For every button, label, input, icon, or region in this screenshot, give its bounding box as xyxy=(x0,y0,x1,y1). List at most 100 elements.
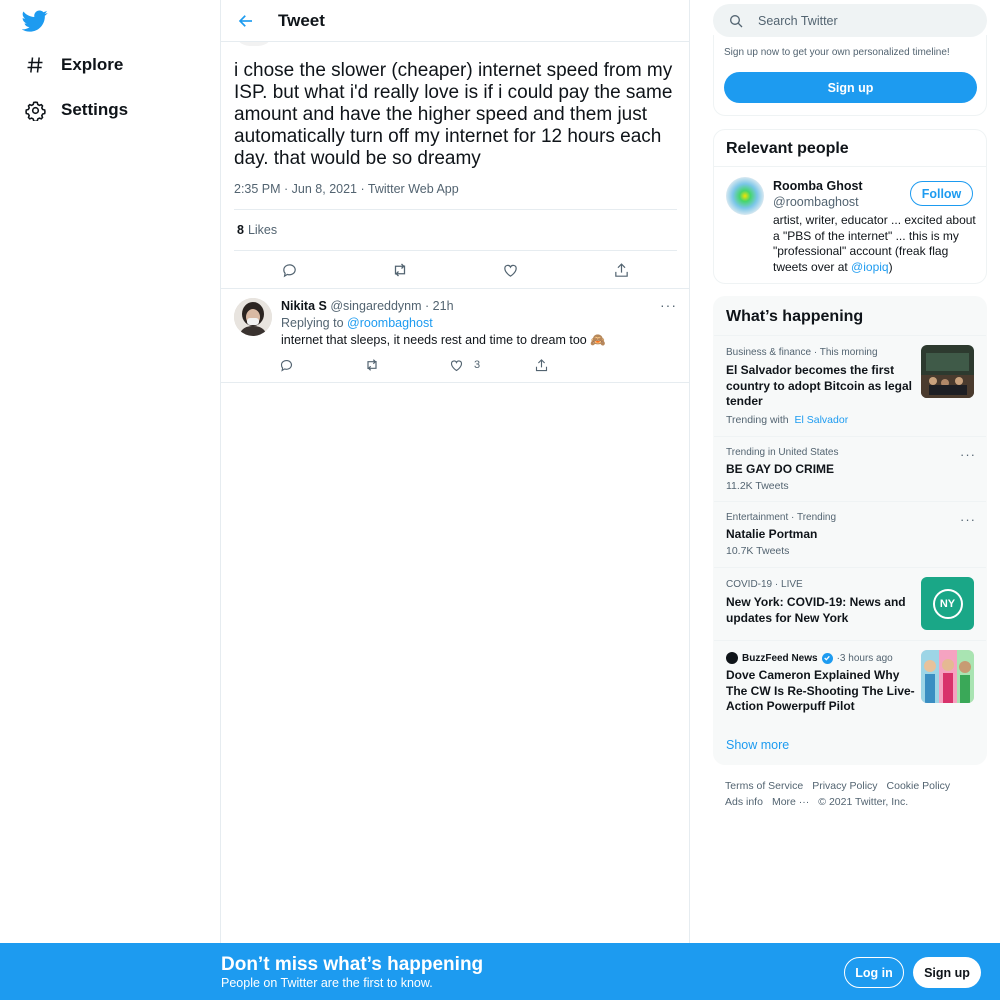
share-icon[interactable] xyxy=(610,258,634,282)
trend-context: Trending with El Salvador xyxy=(726,414,848,426)
reply-author-handle[interactable]: @singareddynm xyxy=(330,299,421,313)
left-nav: Explore Settings xyxy=(0,0,221,1000)
signup-prompt: Sign up now to get your own personalized… xyxy=(724,47,950,58)
trend-item[interactable]: Business & finance · This morning El Sal… xyxy=(714,335,986,433)
nav-settings[interactable]: Settings xyxy=(24,98,128,122)
more-options-icon[interactable]: ··· xyxy=(660,297,677,313)
search-input[interactable] xyxy=(758,13,958,28)
reply-share-button[interactable] xyxy=(534,357,619,373)
footer-more-link[interactable]: More ··· xyxy=(772,796,809,808)
avatar[interactable] xyxy=(726,177,764,215)
relevant-people-title: Relevant people xyxy=(726,140,849,157)
follow-button[interactable]: Follow xyxy=(910,181,973,206)
divider xyxy=(234,250,677,251)
relevant-person-bio: artist, writer, educator ... excited abo… xyxy=(773,213,979,275)
footer-privacy-link[interactable]: Privacy Policy xyxy=(812,780,877,792)
more-options-icon[interactable]: ··· xyxy=(960,512,976,527)
replying-prefix: Replying to xyxy=(281,316,344,330)
tweet-time[interactable]: 2:35 PM xyxy=(234,182,281,196)
likes-label: Likes xyxy=(247,223,278,237)
right-sidebar: Sign up now to get your own personalized… xyxy=(690,0,1000,1000)
gear-icon xyxy=(24,99,46,121)
trend-context-prefix: Trending with xyxy=(726,414,789,426)
footer-copyright: © 2021 Twitter, Inc. xyxy=(818,796,909,808)
likes-count: 8 xyxy=(237,223,244,237)
search-bar[interactable] xyxy=(713,4,987,37)
verified-badge-icon xyxy=(821,652,833,664)
reply-text: internet that sleeps, it needs rest and … xyxy=(281,333,606,347)
reply-time[interactable]: 21h xyxy=(433,299,454,313)
bio-end: ) xyxy=(888,259,893,274)
footer-links: Terms of Service Privacy Policy Cookie Pol… xyxy=(725,778,975,810)
page-header: Tweet xyxy=(221,0,689,42)
trend-meta: BuzzFeed News · 3 hours ago xyxy=(726,652,893,664)
heart-icon[interactable] xyxy=(499,258,523,282)
trend-title: New York: COVID-19: News and updates for… xyxy=(726,595,906,625)
relevant-person-name[interactable]: Roomba Ghost xyxy=(773,179,863,193)
trend-context-link[interactable]: El Salvador xyxy=(795,414,849,426)
trend-item[interactable]: Entertainment · Trending Natalie Portman… xyxy=(714,501,986,567)
tweet-text: i chose the slower (cheaper) internet sp… xyxy=(234,60,673,169)
trend-meta: COVID-19 · LIVE xyxy=(726,579,803,590)
reply-icon xyxy=(280,359,293,372)
reply-retweet-button[interactable] xyxy=(364,357,449,373)
back-arrow-icon[interactable] xyxy=(236,11,256,31)
replying-to-link[interactable]: @roombaghost xyxy=(347,316,433,330)
signup-button[interactable]: Sign up xyxy=(913,957,981,988)
trend-thumbnail: NY xyxy=(921,577,974,630)
nav-explore[interactable]: Explore xyxy=(24,53,123,77)
reply-icon[interactable] xyxy=(277,258,301,282)
retweet-icon xyxy=(367,359,377,371)
trend-title: Dove Cameron Explained Why The CW Is Re-… xyxy=(726,668,915,713)
tweet-actions xyxy=(234,258,677,282)
tweet-meta: 2:35 PM · Jun 8, 2021 · Twitter Web App xyxy=(234,182,459,196)
trend-item[interactable]: Trending in United States BE GAY DO CRIM… xyxy=(714,436,986,501)
whats-happening-title: What’s happening xyxy=(726,308,864,325)
page-title: Tweet xyxy=(278,10,325,30)
twitter-bird-icon[interactable] xyxy=(21,8,48,34)
reply-tweet[interactable]: Nikita S @singareddynm · 21h ··· Replyin… xyxy=(221,289,689,383)
trend-title: El Salvador becomes the first country to… xyxy=(726,363,913,408)
tweet-date[interactable]: Jun 8, 2021 xyxy=(292,182,357,196)
bottom-bar-subtitle: People on Twitter are the first to know. xyxy=(221,976,433,990)
reply-like-button[interactable]: 3 xyxy=(449,357,534,373)
trend-tweet-count: 11.2K Tweets xyxy=(726,480,789,492)
relevant-person-handle[interactable]: @roombaghost xyxy=(773,195,859,209)
news-time: 3 hours ago xyxy=(839,652,893,664)
trend-item[interactable]: BuzzFeed News · 3 hours ago Dove Cameron… xyxy=(714,640,986,727)
bio-mention-link[interactable]: @iopiq xyxy=(851,260,889,274)
trend-thumbnail xyxy=(921,650,974,703)
reply-reply-button[interactable] xyxy=(279,357,364,373)
trend-meta: Trending in United States xyxy=(726,447,839,458)
likes-count-link[interactable]: 8 Likes xyxy=(237,223,277,237)
retweet-icon[interactable] xyxy=(388,258,412,282)
signup-card: Sign up now to get your own personalized… xyxy=(713,35,987,116)
nav-settings-label: Settings xyxy=(61,100,129,119)
replying-to: Replying to @roombaghost xyxy=(281,316,433,330)
news-source: BuzzFeed News xyxy=(742,652,818,664)
trend-tweet-count: 10.7K Tweets xyxy=(726,545,790,557)
avatar[interactable] xyxy=(234,298,272,336)
login-button[interactable]: Log in xyxy=(844,957,904,988)
show-more-link[interactable]: Show more xyxy=(726,738,789,752)
main-column: Tweet i chose the slower (cheaper) inter… xyxy=(221,0,690,1000)
buzzfeed-logo-icon xyxy=(726,652,738,664)
reply-author-name[interactable]: Nikita S xyxy=(281,299,327,313)
signup-button[interactable]: Sign up xyxy=(724,72,977,103)
bottom-bar-title: Don’t miss what’s happening xyxy=(221,954,484,975)
search-icon xyxy=(730,14,743,27)
trend-meta: Business & finance · This morning xyxy=(726,347,878,358)
trend-title: BE GAY DO CRIME xyxy=(726,462,835,476)
relevant-people-card: Relevant people Roomba Ghost @roombaghos… xyxy=(713,129,987,284)
footer-terms-link[interactable]: Terms of Service xyxy=(725,780,803,792)
more-options-icon[interactable]: ··· xyxy=(960,447,976,462)
trend-thumbnail xyxy=(921,345,974,398)
trend-item[interactable]: COVID-19 · LIVE New York: COVID-19: News… xyxy=(714,567,986,640)
divider xyxy=(714,166,986,167)
footer-cookie-link[interactable]: Cookie Policy xyxy=(887,780,951,792)
trend-meta: Entertainment · Trending xyxy=(726,512,837,523)
footer-ads-link[interactable]: Ads info xyxy=(725,796,763,808)
divider xyxy=(234,209,677,210)
nav-explore-label: Explore xyxy=(61,55,124,74)
tweet-source[interactable]: Twitter Web App xyxy=(368,182,459,196)
